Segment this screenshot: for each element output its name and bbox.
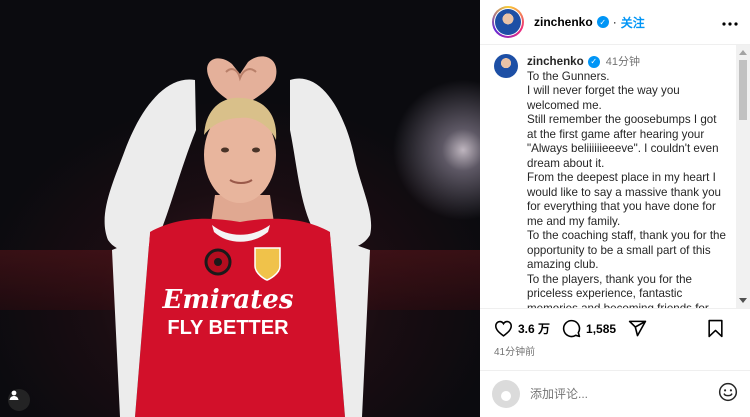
post-side-panel: zinchenko ✓ · 关注 zinchenko ✓ 41分钟 To the… <box>480 0 750 417</box>
author-username[interactable]: zinchenko <box>534 15 593 29</box>
caption-head: zinchenko ✓ 41分钟 <box>527 55 727 70</box>
comments-count[interactable]: 1,585 <box>586 322 616 336</box>
emoji-button[interactable] <box>718 382 738 407</box>
user-tag-button[interactable] <box>8 389 30 411</box>
scroll-down-arrow-icon[interactable] <box>739 298 747 303</box>
follow-button[interactable]: 关注 <box>621 14 645 31</box>
caption-username[interactable]: zinchenko <box>527 55 584 70</box>
avatar-placeholder-icon <box>501 391 511 401</box>
comment-button[interactable]: 1,585 <box>562 319 616 338</box>
scrollbar-thumb[interactable] <box>739 60 747 120</box>
heart-icon <box>494 320 513 337</box>
save-button[interactable] <box>707 319 724 338</box>
add-comment-bar <box>480 370 750 417</box>
caption-verified-icon: ✓ <box>587 56 600 69</box>
comment-icon <box>562 319 581 338</box>
more-icon <box>722 22 738 26</box>
caption-line: To the players, thank you for the pricel… <box>527 272 709 309</box>
likes-count[interactable]: 3.6 万 <box>518 320 550 337</box>
caption-timestamp[interactable]: 41分钟 <box>606 55 640 70</box>
current-user-avatar <box>492 380 520 408</box>
comment-input[interactable] <box>530 387 700 401</box>
player-illustration: Emirates FLY BETTER <box>104 56 372 417</box>
caption-scroll-area[interactable]: zinchenko ✓ 41分钟 To the Gunners. I will … <box>480 45 750 308</box>
posted-time-ago[interactable]: 41分钟前 <box>480 348 750 370</box>
post-header: zinchenko ✓ · 关注 <box>480 0 750 45</box>
caption-scrollbar[interactable] <box>736 45 750 308</box>
jersey-sponsor-line1: Emirates <box>162 285 294 315</box>
separator-dot: · <box>612 15 617 29</box>
caption-author-avatar[interactable] <box>494 54 518 78</box>
caption-line: From the deepest place in my heart I wou… <box>527 171 721 228</box>
caption-line: To the coaching staff, thank you for the… <box>527 229 726 271</box>
emoji-icon <box>718 382 738 401</box>
share-button[interactable] <box>628 319 647 338</box>
bookmark-icon <box>708 319 723 338</box>
user-tag-icon <box>9 390 19 400</box>
scroll-up-arrow-icon[interactable] <box>739 50 747 55</box>
author-avatar[interactable] <box>492 6 524 38</box>
caption-line: Still remember the goosebumps I got at t… <box>527 113 719 170</box>
caption-line: I will never forget the way you welcomed… <box>527 84 680 112</box>
more-options-button[interactable] <box>722 14 738 30</box>
share-icon <box>628 320 647 337</box>
instagram-post-viewer: Emirates FLY BETTER zinchenko ✓ · 关注 zin… <box>0 0 750 417</box>
caption-body: zinchenko ✓ 41分钟 To the Gunners. I will … <box>527 55 727 308</box>
post-photo[interactable]: Emirates FLY BETTER <box>0 0 480 417</box>
action-bar: 3.6 万 1,585 <box>480 308 750 348</box>
verified-badge-icon: ✓ <box>596 16 609 28</box>
caption-line: To the Gunners. <box>527 69 610 83</box>
like-button[interactable]: 3.6 万 <box>494 320 550 337</box>
jersey-sponsor-line2: FLY BETTER <box>167 317 289 339</box>
avatar-image <box>495 9 521 35</box>
